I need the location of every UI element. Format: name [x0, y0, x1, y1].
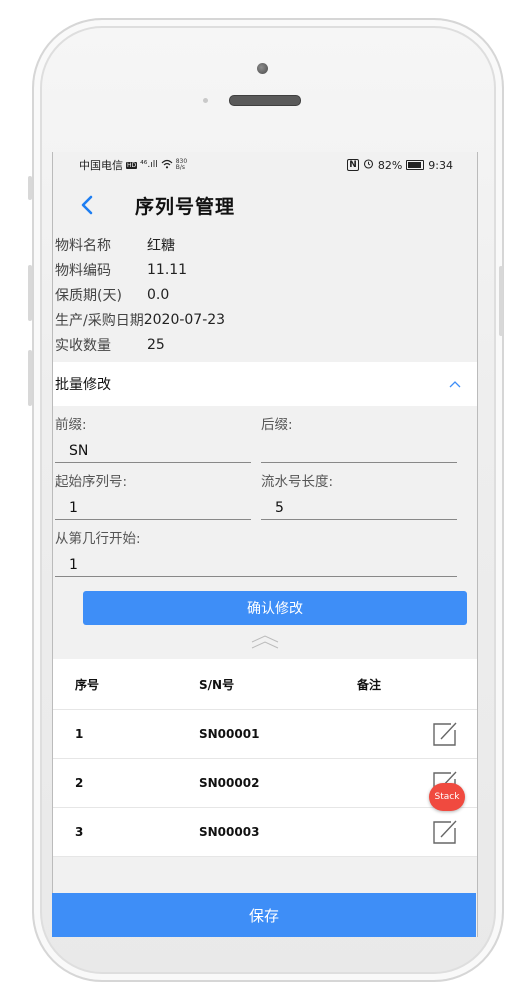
net-speed: 830 B/s: [176, 159, 187, 171]
proximity-sensor: [203, 98, 208, 103]
double-chevron-up-icon: [251, 635, 279, 649]
status-bar: 中国电信 HD ⁴⁶.ıll 830 B/s N 82% 9:34: [53, 152, 477, 178]
phone-side-button-left-3: [28, 350, 32, 406]
earpiece-speaker: [229, 95, 301, 106]
wifi-icon: [161, 159, 173, 172]
material-name-label: 物料名称: [55, 237, 111, 254]
collapse-form-button[interactable]: [53, 625, 477, 659]
info-row-material-name: 物料名称 红糖: [55, 232, 477, 257]
chevron-up-icon: [449, 381, 461, 388]
material-code-value: 11.11: [147, 261, 188, 278]
col-header-sn: S/N号: [199, 677, 235, 692]
material-name-value: 红糖: [147, 237, 175, 254]
info-row-received-qty: 实收数量 25: [55, 332, 477, 357]
start-row-field: 从第几行开始: 1: [55, 526, 457, 577]
form-row-prefix-suffix: 前缀: SN 后缀:: [55, 406, 457, 463]
material-info: 物料名称 红糖 物料编码 11.11 保质期(天) 0.0 生产/采购日期 20…: [53, 232, 477, 357]
info-row-shelf-life: 保质期(天) 0.0: [55, 282, 477, 307]
prefix-input[interactable]: SN: [55, 440, 251, 463]
batch-edit-toggle[interactable]: 批量修改: [53, 362, 477, 406]
row-sn: SN00003: [199, 825, 260, 839]
production-date-value: 2020-07-23: [143, 311, 226, 328]
stack-badge[interactable]: Stack: [429, 783, 465, 811]
battery-percent: 82%: [377, 158, 403, 172]
serial-table: 序号 S/N号 备注 1 SN00001 2 SN00002 3 SN00003: [53, 659, 477, 857]
carrier-label: 中国电信: [79, 159, 123, 172]
start-serial-label: 起始序列号:: [55, 474, 128, 490]
serial-length-field: 流水号长度: 5: [261, 463, 457, 520]
net-speed-unit: B/s: [175, 164, 185, 171]
battery-icon: [406, 160, 425, 170]
edit-icon[interactable]: [429, 818, 459, 846]
received-qty-value: 25: [147, 336, 165, 353]
shelf-life-label: 保质期(天): [55, 287, 122, 304]
table-header: 序号 S/N号 备注: [53, 659, 477, 710]
col-header-index: 序号: [75, 677, 100, 692]
start-serial-input[interactable]: 1: [55, 497, 251, 520]
table-row: 1 SN00001: [53, 710, 477, 759]
signal-icon: ⁴⁶.ıll: [140, 160, 158, 170]
status-right: N 82% 9:34: [347, 158, 453, 172]
info-row-material-code: 物料编码 11.11: [55, 257, 477, 282]
prefix-field: 前缀: SN: [55, 406, 251, 463]
received-qty-label: 实收数量: [55, 337, 111, 354]
back-arrow-icon: [81, 195, 93, 215]
alarm-icon: [363, 158, 374, 172]
clock-time: 9:34: [428, 158, 453, 172]
edit-icon[interactable]: [429, 720, 459, 748]
row-sn: SN00001: [199, 727, 260, 741]
row-index: 2: [75, 776, 84, 790]
phone-side-button-left-1: [28, 176, 32, 200]
material-code-label: 物料编码: [55, 262, 111, 279]
app-header: 序列号管理: [53, 178, 477, 232]
table-row: 2 SN00002: [53, 759, 477, 808]
status-left: 中国电信 HD ⁴⁶.ıll 830 B/s: [79, 157, 187, 173]
front-camera: [257, 63, 268, 74]
hd-icon: HD: [126, 161, 138, 169]
table-row: 3 SN00003: [53, 808, 477, 857]
serial-length-input[interactable]: 5: [261, 497, 457, 520]
back-button[interactable]: [75, 192, 101, 218]
start-serial-field: 起始序列号: 1: [55, 463, 251, 520]
suffix-field: 后缀:: [261, 406, 457, 463]
page-title: 序列号管理: [135, 195, 236, 218]
save-button[interactable]: 保存: [52, 893, 476, 937]
batch-edit-label: 批量修改: [55, 377, 111, 393]
col-header-remark: 备注: [357, 677, 382, 692]
info-row-production-date: 生产/采购日期 2020-07-23: [55, 307, 477, 332]
batch-edit-form: 前缀: SN 后缀: 起始序列号: 1 流水号长度: 5 从第几行开始: 1: [53, 406, 477, 577]
prefix-label: 前缀:: [55, 417, 87, 433]
app-screen: 中国电信 HD ⁴⁶.ıll 830 B/s N 82% 9:34 序列号管理 …: [52, 152, 478, 937]
row-index: 3: [75, 825, 84, 839]
suffix-label: 后缀:: [261, 417, 293, 433]
serial-length-label: 流水号长度:: [261, 474, 334, 490]
start-row-label: 从第几行开始:: [55, 531, 141, 547]
phone-side-button-right: [499, 266, 503, 336]
form-row-start-length: 起始序列号: 1 流水号长度: 5: [55, 463, 457, 520]
shelf-life-value: 0.0: [147, 286, 170, 303]
production-date-label: 生产/采购日期: [55, 312, 144, 329]
start-row-input[interactable]: 1: [55, 554, 457, 577]
phone-side-button-left-2: [28, 265, 32, 321]
suffix-input[interactable]: [261, 440, 457, 463]
nfc-icon: N: [347, 159, 359, 171]
row-sn: SN00002: [199, 776, 260, 790]
confirm-edit-button[interactable]: 确认修改: [83, 591, 467, 625]
row-index: 1: [75, 727, 84, 741]
